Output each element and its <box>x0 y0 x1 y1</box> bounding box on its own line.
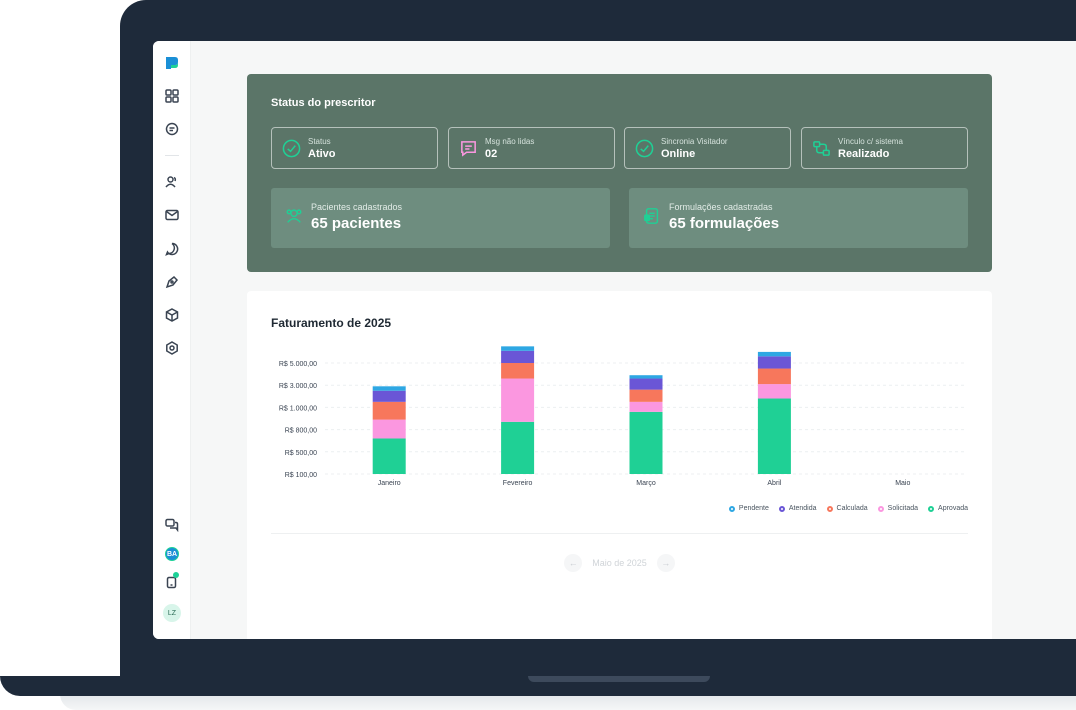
bar-segment-pendente[interactable] <box>757 351 791 357</box>
status-box-link: Vínculo c/ sistema Realizado <box>801 127 968 169</box>
app-logo-icon <box>165 56 179 70</box>
legend-dot <box>877 505 884 512</box>
sync-label: Sincronia Visitador <box>661 137 728 146</box>
chat-icon[interactable] <box>164 121 180 137</box>
legend-item-calculada[interactable]: Calculada <box>826 505 868 512</box>
x-tick-label: Março <box>636 480 656 487</box>
bar-segment-aprovada[interactable] <box>372 438 406 474</box>
notification-phone-icon[interactable] <box>164 572 180 590</box>
status-box-status: Status Ativo <box>271 127 438 169</box>
legend-item-aprovada[interactable]: Aprovada <box>928 505 968 512</box>
status-box-messages[interactable]: Msg não lidas 02 <box>448 127 615 169</box>
formulas-box[interactable]: Formulações cadastradas 65 formulações <box>629 188 968 248</box>
laptop-notch <box>528 676 710 682</box>
bar-segment-calculada[interactable] <box>501 363 535 379</box>
x-tick-label: Janeiro <box>378 480 401 487</box>
bar-segment-calculada[interactable] <box>372 401 406 420</box>
month-pager: ← Maio de 2025 → <box>247 554 992 572</box>
check-circle-icon <box>635 139 654 158</box>
bar-segment-solicitada[interactable] <box>501 378 535 422</box>
bar-segment-atendida[interactable] <box>629 378 663 390</box>
y-tick-label: R$ 3.000,00 <box>279 383 317 390</box>
y-tick-label: R$ 1.000,00 <box>279 405 317 412</box>
legend-dot <box>778 505 785 512</box>
y-tick-label: R$ 800,00 <box>285 428 317 435</box>
legend-item-atendida[interactable]: Atendida <box>778 505 817 512</box>
x-tick-label: Maio <box>895 480 910 487</box>
status-card-title: Status do prescritor <box>271 97 376 109</box>
settings-icon[interactable] <box>164 340 180 356</box>
message-circle-icon[interactable] <box>164 241 180 257</box>
legend-item-pendente[interactable]: Pendente <box>728 505 769 512</box>
patients-value: 65 pacientes <box>311 215 402 232</box>
patients-box[interactable]: Pacientes cadastrados 65 pacientes <box>271 188 610 248</box>
document-icon <box>644 208 659 224</box>
bar-segment-calculada[interactable] <box>629 389 663 402</box>
bar-segment-solicitada[interactable] <box>372 419 406 439</box>
bar-segment-atendida[interactable] <box>757 356 791 369</box>
bar-segment-pendente[interactable] <box>501 346 535 351</box>
revenue-separator <box>271 533 968 534</box>
x-tick-label: Abril <box>767 480 781 487</box>
app-screen: BA LZ Status do prescritor Status Ativo … <box>153 41 1076 639</box>
bar-segment-solicitada[interactable] <box>757 384 791 399</box>
bar-segment-atendida[interactable] <box>372 390 406 402</box>
status-label: Status <box>308 137 331 146</box>
chart-legend: Pendente Atendida Calculada Solicitada Aprov… <box>728 505 968 512</box>
pager-label: Maio de 2025 <box>592 558 647 568</box>
y-tick-label: R$ 5.000,00 <box>279 361 317 368</box>
message-icon <box>461 141 476 157</box>
x-tick-label: Fevereiro <box>503 480 533 487</box>
status-value: Ativo <box>308 148 336 160</box>
notification-dot <box>173 572 179 578</box>
next-month-button[interactable]: → <box>656 554 675 572</box>
avatar-ba[interactable]: BA <box>165 547 179 561</box>
chat-bubbles-icon[interactable] <box>164 517 180 533</box>
prescriber-status-card: Status do prescritor Status Ativo Msg nã… <box>247 74 992 272</box>
bar-segment-solicitada[interactable] <box>629 401 663 412</box>
legend-label: Atendida <box>788 505 817 512</box>
bar-segment-calculada[interactable] <box>757 368 791 385</box>
laptop-shadow <box>60 694 1076 710</box>
legend-label: Calculada <box>836 505 868 512</box>
y-tick-label: R$ 100,00 <box>285 472 317 479</box>
check-circle-icon <box>282 139 301 158</box>
legend-label: Pendente <box>738 505 769 512</box>
link-label: Vínculo c/ sistema <box>838 137 903 146</box>
formulas-label: Formulações cadastradas <box>669 202 773 212</box>
prev-month-button[interactable]: ← <box>564 554 583 572</box>
sidebar-divider <box>165 155 179 156</box>
sync-value: Online <box>661 148 696 160</box>
status-box-sync: Sincronia Visitador Online <box>624 127 791 169</box>
users-icon <box>286 209 302 223</box>
bar-segment-aprovada[interactable] <box>629 411 663 474</box>
legend-item-solicitada[interactable]: Solicitada <box>877 505 919 512</box>
legend-label: Aprovada <box>938 505 968 512</box>
mail-icon[interactable] <box>164 207 180 223</box>
package-icon[interactable] <box>164 307 180 323</box>
bar-segment-pendente[interactable] <box>372 386 406 391</box>
messages-label: Msg não lidas <box>485 137 535 146</box>
bar-segment-atendida[interactable] <box>501 350 535 363</box>
bar-segment-pendente[interactable] <box>629 375 663 379</box>
legend-dot <box>928 505 935 512</box>
sidebar: BA LZ <box>153 41 191 639</box>
dashboard-icon[interactable] <box>164 88 180 104</box>
revenue-chart: R$ 100,00 R$ 500,00 R$ 800,00 R$ 1.000,00 R$… <box>279 346 967 487</box>
users-icon[interactable] <box>164 174 180 190</box>
pen-tool-icon[interactable] <box>164 274 180 290</box>
patients-label: Pacientes cadastrados <box>311 202 403 212</box>
link-value: Realizado <box>838 148 890 160</box>
formulas-value: 65 formulações <box>669 215 780 232</box>
bar-segment-aprovada[interactable] <box>501 421 535 474</box>
messages-value: 02 <box>485 148 498 160</box>
y-tick-label: R$ 500,00 <box>285 450 317 457</box>
legend-label: Solicitada <box>887 505 919 512</box>
link-icon <box>813 141 830 156</box>
legend-dot <box>826 505 833 512</box>
legend-dot <box>728 505 735 512</box>
user-avatar[interactable]: LZ <box>163 604 181 622</box>
bar-segment-aprovada[interactable] <box>757 398 791 474</box>
revenue-card: Faturamento de 2025 R$ 100,00 R$ 500,00 R$… <box>247 291 992 639</box>
